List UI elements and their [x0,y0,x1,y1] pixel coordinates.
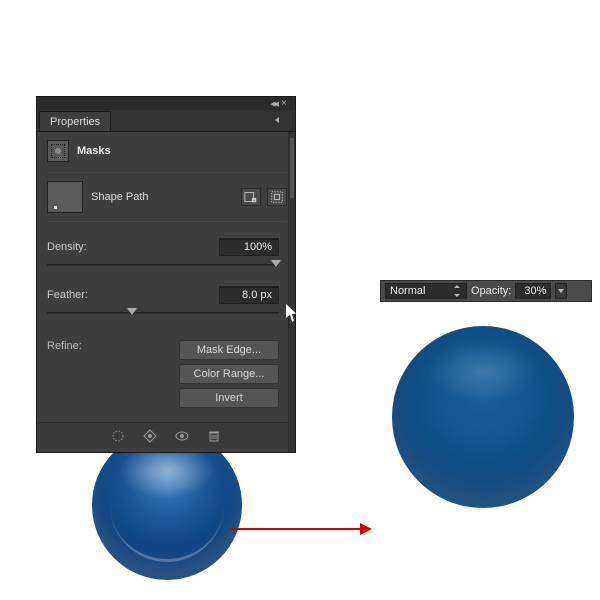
color-range-button[interactable]: Color Range... [179,364,279,384]
feather-value-field[interactable]: 8.0 px [219,286,279,304]
add-mask-icon[interactable]: + [241,188,261,206]
layer-options-bar: Normal Opacity: 30% [380,280,592,302]
collapse-arrows-icon[interactable]: ◀◀ [270,100,277,108]
mask-thumbnail[interactable] [47,181,83,213]
invert-button[interactable]: Invert [179,388,279,408]
opacity-label: Opacity: [471,285,511,297]
blend-mode-stepper-icon[interactable] [454,285,464,297]
mask-mode-icon[interactable] [47,140,69,162]
svg-text:+: + [253,198,256,203]
panel-body: Masks Shape Path + Density: 100% Feat [36,132,296,453]
toggle-mask-icon[interactable] [173,427,191,445]
load-selection-icon[interactable] [109,427,127,445]
blend-mode-select[interactable]: Normal [385,283,467,299]
panel-menu-button[interactable] [275,114,289,126]
tab-properties[interactable]: Properties [39,111,111,131]
opacity-dropdown-icon[interactable] [555,283,567,299]
divider [47,221,287,222]
apply-mask-icon[interactable] [141,427,159,445]
arrow-annotation [230,528,370,530]
panel-scrollbar[interactable] [288,132,295,452]
masks-section-label: Masks [77,145,111,157]
feather-slider[interactable] [47,308,279,318]
blend-mode-value: Normal [390,285,425,297]
density-label: Density: [47,241,105,253]
sphere-preview-right [392,326,574,508]
divider [47,172,287,173]
opacity-value-field[interactable]: 30% [515,283,551,299]
density-value-field[interactable]: 100% [219,238,279,256]
feather-label: Feather: [47,289,105,301]
properties-panel: ◀◀ × Properties Masks Shape Path + [36,96,296,453]
refine-label: Refine: [47,340,82,352]
select-mask-icon[interactable] [267,188,287,206]
panel-footer [37,422,295,448]
close-icon[interactable]: × [281,100,289,108]
panel-top-strip: ◀◀ × [36,96,296,110]
mask-name-label: Shape Path [91,191,149,203]
delete-mask-icon[interactable] [205,427,223,445]
density-slider[interactable] [47,260,279,270]
mask-edge-button[interactable]: Mask Edge... [179,340,279,360]
panel-tab-row: Properties [36,110,296,132]
